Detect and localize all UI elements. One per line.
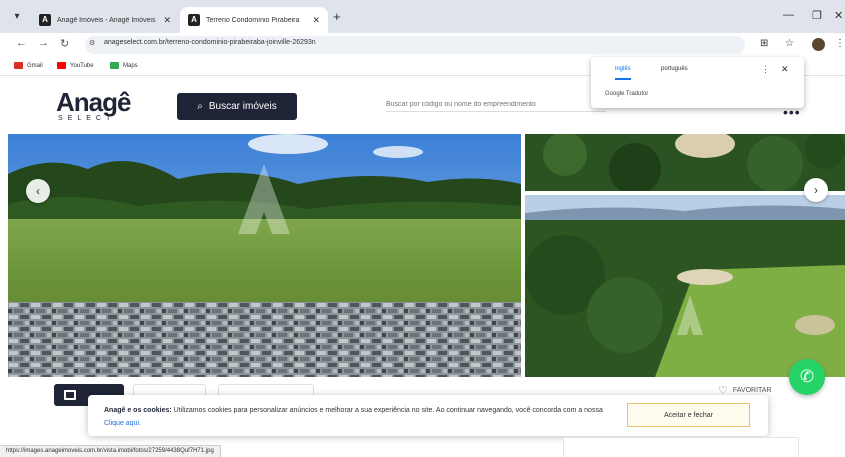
image-icon	[64, 390, 76, 400]
maps-icon	[110, 62, 119, 69]
tab-terreno-condominio[interactable]: A Terreno Condomínio Pirabeira ✕	[180, 7, 328, 33]
status-bar-url: https://images.anageimoveis.com.br/vista…	[0, 445, 221, 457]
cookie-banner: Anagê e os cookies: Utilizamos cookies p…	[88, 395, 768, 436]
close-icon[interactable]: ✕	[312, 15, 320, 26]
youtube-icon	[57, 62, 66, 69]
search-icon: ⌕	[197, 101, 203, 112]
accept-cookies-button[interactable]: Aceitar e fechar	[627, 403, 750, 427]
bookmark-star-icon[interactable]: ☆	[785, 38, 794, 49]
back-icon[interactable]: ←	[16, 37, 27, 49]
browser-tab-bar: ▾ A Anagê Imóveis - Anagê Imóveis ✕ A Te…	[0, 0, 845, 33]
favicon-icon: A	[188, 14, 200, 26]
gmail-icon	[14, 62, 23, 69]
logo-subtext: SELECT	[58, 115, 116, 122]
chevron-left-icon[interactable]: ‹	[26, 179, 50, 203]
photo-gallery	[8, 134, 845, 377]
tab-portuguese[interactable]: português	[661, 66, 688, 72]
search-properties-button[interactable]: ⌕ Buscar imóveis	[177, 93, 297, 120]
tab-title: Terreno Condomínio Pirabeira	[206, 16, 300, 24]
tab-anage-imoveis[interactable]: A Anagê Imóveis - Anagê Imóveis ✕	[31, 7, 179, 33]
thumbnail-photo-2[interactable]	[525, 195, 845, 377]
close-window-icon[interactable]: ✕	[834, 9, 843, 22]
url-text[interactable]: anageselect.com.br/terreno-condominio-pi…	[104, 39, 316, 46]
browser-toolbar: ← → ↻ ⚙ anageselect.com.br/terreno-condo…	[0, 33, 845, 57]
tab-title: Anagê Imóveis - Anagê Imóveis	[57, 16, 156, 24]
favicon-icon: A	[39, 14, 51, 26]
translate-footer: Google Tradutor	[605, 91, 649, 97]
bookmark-maps[interactable]: Maps	[110, 62, 138, 69]
cookie-message: Utilizamos cookies para personalizar anú…	[171, 407, 603, 414]
main-photo[interactable]	[8, 134, 521, 377]
tab-search-icon[interactable]: ▾	[9, 9, 25, 25]
restore-icon[interactable]: ❐	[812, 9, 822, 22]
plus-icon[interactable]: +	[333, 9, 341, 24]
minimize-icon[interactable]: —	[783, 9, 794, 21]
translate-icon[interactable]: ⊞	[760, 38, 768, 49]
reload-icon[interactable]: ↻	[60, 37, 69, 50]
site-info-icon[interactable]: ⚙	[89, 39, 95, 47]
bookmark-gmail[interactable]: Gmail	[14, 62, 43, 69]
close-icon[interactable]: ✕	[163, 15, 171, 26]
cookie-text: Anagê e os cookies: Utilizamos cookies p…	[104, 404, 604, 430]
kebab-menu-icon[interactable]: ⋮	[835, 38, 845, 49]
bookmark-youtube[interactable]: YouTube	[57, 62, 94, 69]
search-button-label: Buscar imóveis	[208, 101, 277, 112]
translate-popup: inglês português ⋮ ✕ Google Tradutor	[591, 57, 804, 108]
favorite-label: FAVORITAR	[732, 387, 772, 394]
forward-icon[interactable]: →	[38, 37, 49, 49]
avatar[interactable]	[812, 38, 825, 51]
thumbnail-photo-1[interactable]	[525, 134, 845, 191]
more-options-icon[interactable]: ⋮	[761, 64, 770, 75]
cookie-link[interactable]: Clique aqui.	[104, 420, 141, 427]
contact-box	[563, 437, 799, 457]
chevron-right-icon[interactable]: ›	[804, 178, 828, 202]
close-icon[interactable]: ✕	[781, 64, 789, 75]
tab-english[interactable]: inglês	[615, 66, 631, 80]
logo-text: Anagê	[56, 87, 131, 117]
anage-logo[interactable]: Anagê SELECT	[56, 87, 136, 127]
search-input[interactable]	[386, 98, 606, 112]
whatsapp-icon[interactable]: ✆	[789, 359, 825, 395]
cookie-title: Anagê e os cookies:	[104, 407, 172, 414]
